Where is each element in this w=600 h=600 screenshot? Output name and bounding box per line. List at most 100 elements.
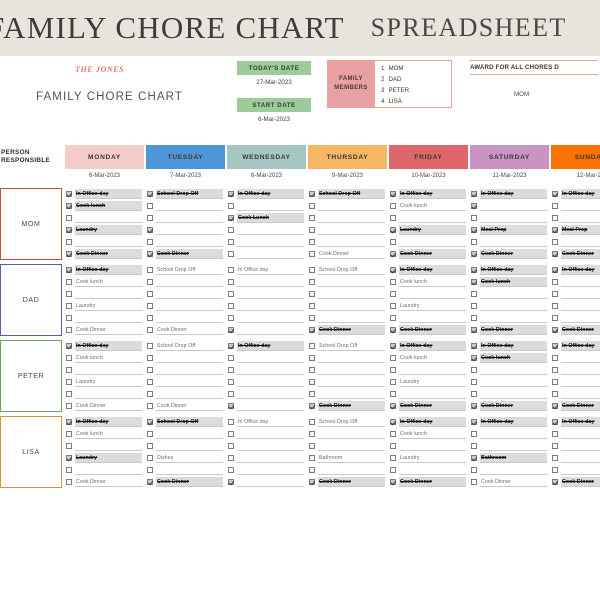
chore-label[interactable] — [75, 313, 142, 323]
chore-label[interactable] — [318, 465, 385, 475]
chore-checkbox[interactable] — [309, 355, 315, 361]
chore-label[interactable] — [399, 289, 466, 299]
chore-label[interactable]: School Drop Off — [156, 189, 223, 199]
chore-checkbox[interactable] — [471, 403, 477, 409]
chore-checkbox[interactable] — [552, 403, 558, 409]
chore-checkbox[interactable] — [147, 419, 153, 425]
chore-checkbox[interactable] — [147, 327, 153, 333]
chore-checkbox[interactable] — [390, 303, 396, 309]
chore-checkbox[interactable] — [552, 191, 558, 197]
chore-checkbox[interactable] — [552, 279, 558, 285]
chore-label[interactable] — [318, 237, 385, 247]
chore-checkbox[interactable] — [471, 443, 477, 449]
chore-checkbox[interactable] — [147, 227, 153, 233]
day-header-wednesday[interactable]: WEDNESDAY — [227, 145, 308, 169]
start-date-value[interactable]: 6-Mar-2023 — [237, 112, 311, 123]
chore-label[interactable]: Cook Dinner — [399, 325, 466, 335]
chore-checkbox[interactable] — [228, 303, 234, 309]
chore-checkbox[interactable] — [147, 467, 153, 473]
chore-checkbox[interactable] — [147, 215, 153, 221]
day-header-tuesday[interactable]: TUESDAY — [146, 145, 227, 169]
chore-checkbox[interactable] — [147, 403, 153, 409]
chore-checkbox[interactable] — [147, 443, 153, 449]
chore-label[interactable]: Cook Dinner — [399, 477, 466, 487]
chore-label[interactable] — [156, 389, 223, 399]
chore-label[interactable] — [318, 441, 385, 451]
chore-label[interactable] — [480, 441, 547, 451]
chore-label[interactable] — [237, 277, 304, 287]
chore-checkbox[interactable] — [390, 431, 396, 437]
chore-label[interactable]: In Office day — [75, 265, 142, 275]
chore-checkbox[interactable] — [390, 403, 396, 409]
chore-checkbox[interactable] — [552, 315, 558, 321]
chore-checkbox[interactable] — [147, 343, 153, 349]
chore-checkbox[interactable] — [390, 379, 396, 385]
chore-label[interactable] — [156, 213, 223, 223]
chore-label[interactable]: Cook Dinner — [399, 249, 466, 259]
chore-label[interactable]: In Office day — [75, 189, 142, 199]
chore-checkbox[interactable] — [471, 431, 477, 437]
chore-label[interactable]: Bathroom — [318, 453, 385, 463]
chore-label[interactable]: In Office day — [399, 265, 466, 275]
chore-checkbox[interactable] — [66, 239, 72, 245]
chore-label[interactable] — [75, 465, 142, 475]
chore-checkbox[interactable] — [471, 379, 477, 385]
chore-label[interactable] — [156, 277, 223, 287]
chore-label[interactable] — [318, 377, 385, 387]
chore-checkbox[interactable] — [66, 367, 72, 373]
chore-label[interactable]: In Office day — [237, 341, 304, 351]
chore-checkbox[interactable] — [471, 303, 477, 309]
chore-checkbox[interactable] — [228, 203, 234, 209]
chore-checkbox[interactable] — [147, 303, 153, 309]
chore-checkbox[interactable] — [552, 239, 558, 245]
chore-label[interactable] — [318, 353, 385, 363]
chore-checkbox[interactable] — [228, 479, 234, 485]
chore-checkbox[interactable] — [147, 251, 153, 257]
chore-label[interactable] — [399, 389, 466, 399]
chore-label[interactable]: School Drop Off — [156, 417, 223, 427]
chore-label[interactable]: Cook lunch — [399, 201, 466, 211]
chore-checkbox[interactable] — [309, 379, 315, 385]
chore-checkbox[interactable] — [552, 355, 558, 361]
chore-checkbox[interactable] — [66, 467, 72, 473]
chore-label[interactable] — [237, 441, 304, 451]
chore-label[interactable]: In Office day — [480, 341, 547, 351]
chore-checkbox[interactable] — [471, 343, 477, 349]
chore-checkbox[interactable] — [66, 291, 72, 297]
chore-label[interactable]: Cook lunch — [399, 277, 466, 287]
chore-checkbox[interactable] — [66, 443, 72, 449]
chore-label[interactable]: Laundry — [399, 301, 466, 311]
chore-label[interactable] — [561, 453, 600, 463]
chore-label[interactable] — [561, 429, 600, 439]
chore-checkbox[interactable] — [552, 367, 558, 373]
chore-checkbox[interactable] — [147, 291, 153, 297]
chore-checkbox[interactable] — [471, 203, 477, 209]
chore-checkbox[interactable] — [309, 443, 315, 449]
chore-label[interactable]: Cook Dinner — [318, 477, 385, 487]
chore-checkbox[interactable] — [471, 251, 477, 257]
chore-label[interactable] — [156, 365, 223, 375]
chore-label[interactable] — [237, 313, 304, 323]
chore-label[interactable] — [318, 277, 385, 287]
chore-checkbox[interactable] — [147, 431, 153, 437]
chore-label[interactable] — [318, 313, 385, 323]
chore-checkbox[interactable] — [390, 239, 396, 245]
chore-label[interactable] — [318, 301, 385, 311]
chore-label[interactable] — [237, 225, 304, 235]
chore-label[interactable]: Laundry — [399, 453, 466, 463]
chore-checkbox[interactable] — [390, 291, 396, 297]
chore-label[interactable]: School Drop Off — [318, 341, 385, 351]
chore-label[interactable] — [399, 313, 466, 323]
chore-checkbox[interactable] — [471, 291, 477, 297]
chore-label[interactable]: Laundry — [75, 453, 142, 463]
chore-label[interactable] — [318, 289, 385, 299]
chore-checkbox[interactable] — [552, 431, 558, 437]
chore-checkbox[interactable] — [228, 227, 234, 233]
chore-label[interactable]: In Office day — [237, 189, 304, 199]
chore-checkbox[interactable] — [471, 355, 477, 361]
chore-label[interactable]: Meal Prep — [480, 225, 547, 235]
day-header-monday[interactable]: MONDAY — [65, 145, 146, 169]
chore-label[interactable] — [156, 237, 223, 247]
chore-label[interactable] — [237, 429, 304, 439]
chore-label[interactable]: In Office day — [399, 189, 466, 199]
